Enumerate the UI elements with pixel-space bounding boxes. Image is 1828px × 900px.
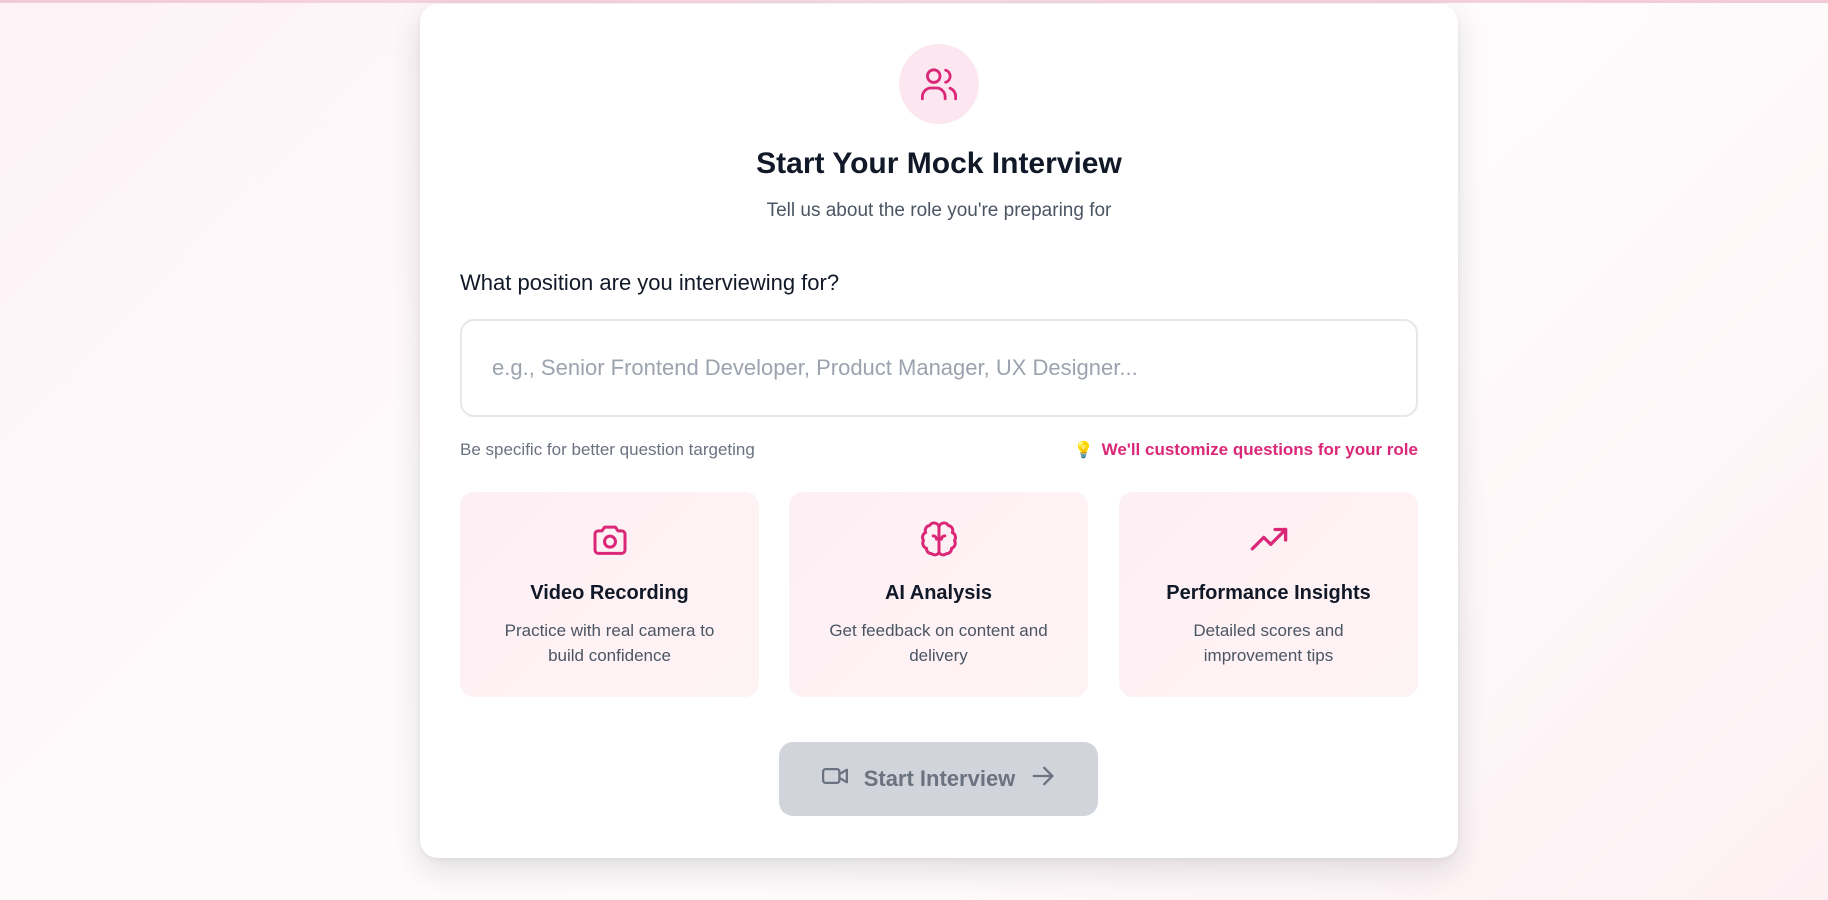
- feature-description: Detailed scores and improvement tips: [1193, 621, 1344, 665]
- users-icon: [899, 44, 979, 124]
- position-field-label: What position are you interviewing for?: [460, 270, 840, 295]
- interview-setup-card: Start Your Mock Interview Tell us about …: [420, 4, 1458, 858]
- arrow-right-icon: [1029, 762, 1057, 796]
- feature-title: AI Analysis: [884, 582, 993, 604]
- customize-hint: 💡 We'll customize questions for your rol…: [1074, 440, 1418, 460]
- start-interview-button[interactable]: Start Interview: [779, 742, 1098, 816]
- feature-title: Performance Insights: [1166, 582, 1371, 604]
- feature-card-video-recording: Video Recording Practice with real camer…: [460, 492, 759, 697]
- feature-title: Video Recording: [530, 582, 689, 604]
- page-subtitle: Tell us about the role you're preparing …: [766, 200, 1112, 221]
- lightbulb-icon: 💡: [1073, 442, 1094, 459]
- input-hint: Be specific for better question targetin…: [460, 440, 755, 459]
- feature-card-ai-analysis: AI Analysis Get feedback on content and …: [789, 492, 1088, 697]
- page-title: Start Your Mock Interview: [756, 147, 1122, 180]
- top-accent-strip: [0, 0, 1828, 3]
- video-icon: [820, 761, 850, 797]
- position-input[interactable]: [460, 319, 1418, 417]
- customize-hint-text: We'll customize questions for your role: [1101, 440, 1418, 459]
- feature-description: Practice with real camera to build confi…: [504, 621, 715, 665]
- trending-up-icon: [1119, 520, 1418, 560]
- start-interview-label: Start Interview: [863, 766, 1016, 791]
- feature-description: Get feedback on content and delivery: [829, 621, 1048, 665]
- camera-icon: [460, 520, 759, 560]
- brain-icon: [789, 520, 1088, 560]
- feature-card-performance-insights: Performance Insights Detailed scores and…: [1119, 492, 1418, 697]
